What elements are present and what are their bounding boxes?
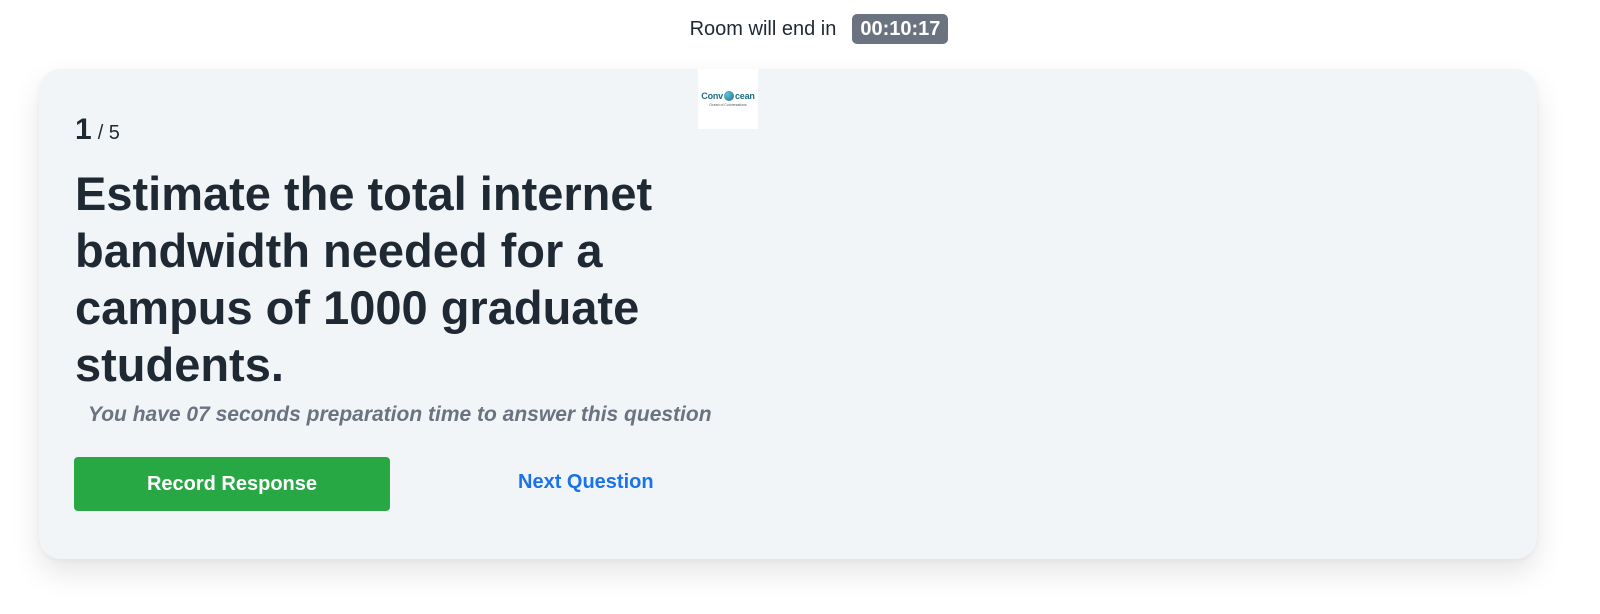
globe-icon: [723, 91, 734, 101]
record-response-button[interactable]: Record Response: [74, 457, 390, 511]
question-counter: 1 / 5: [75, 113, 120, 147]
room-timer-label: Room will end in: [689, 17, 837, 40]
preparation-time-note: You have 07 seconds preparation time to …: [88, 403, 712, 426]
next-question-link[interactable]: Next Question: [518, 471, 654, 494]
question-card: Conv cean Ocean of Conversations 1 / 5 Es…: [39, 69, 1537, 559]
room-timer-badge: 00:10:17: [852, 14, 949, 44]
logo-tagline: Ocean of Conversations: [709, 103, 747, 107]
question-text: Estimate the total internet bandwidth ne…: [75, 167, 653, 391]
brand-logo: Conv cean Ocean of Conversations: [698, 69, 758, 129]
logo-wordmark: Conv cean: [701, 91, 755, 101]
question-counter-total: / 5: [97, 122, 120, 144]
room-timer-bar: Room will end in 00:10:17: [0, 13, 1600, 45]
question-counter-current: 1: [75, 113, 92, 146]
